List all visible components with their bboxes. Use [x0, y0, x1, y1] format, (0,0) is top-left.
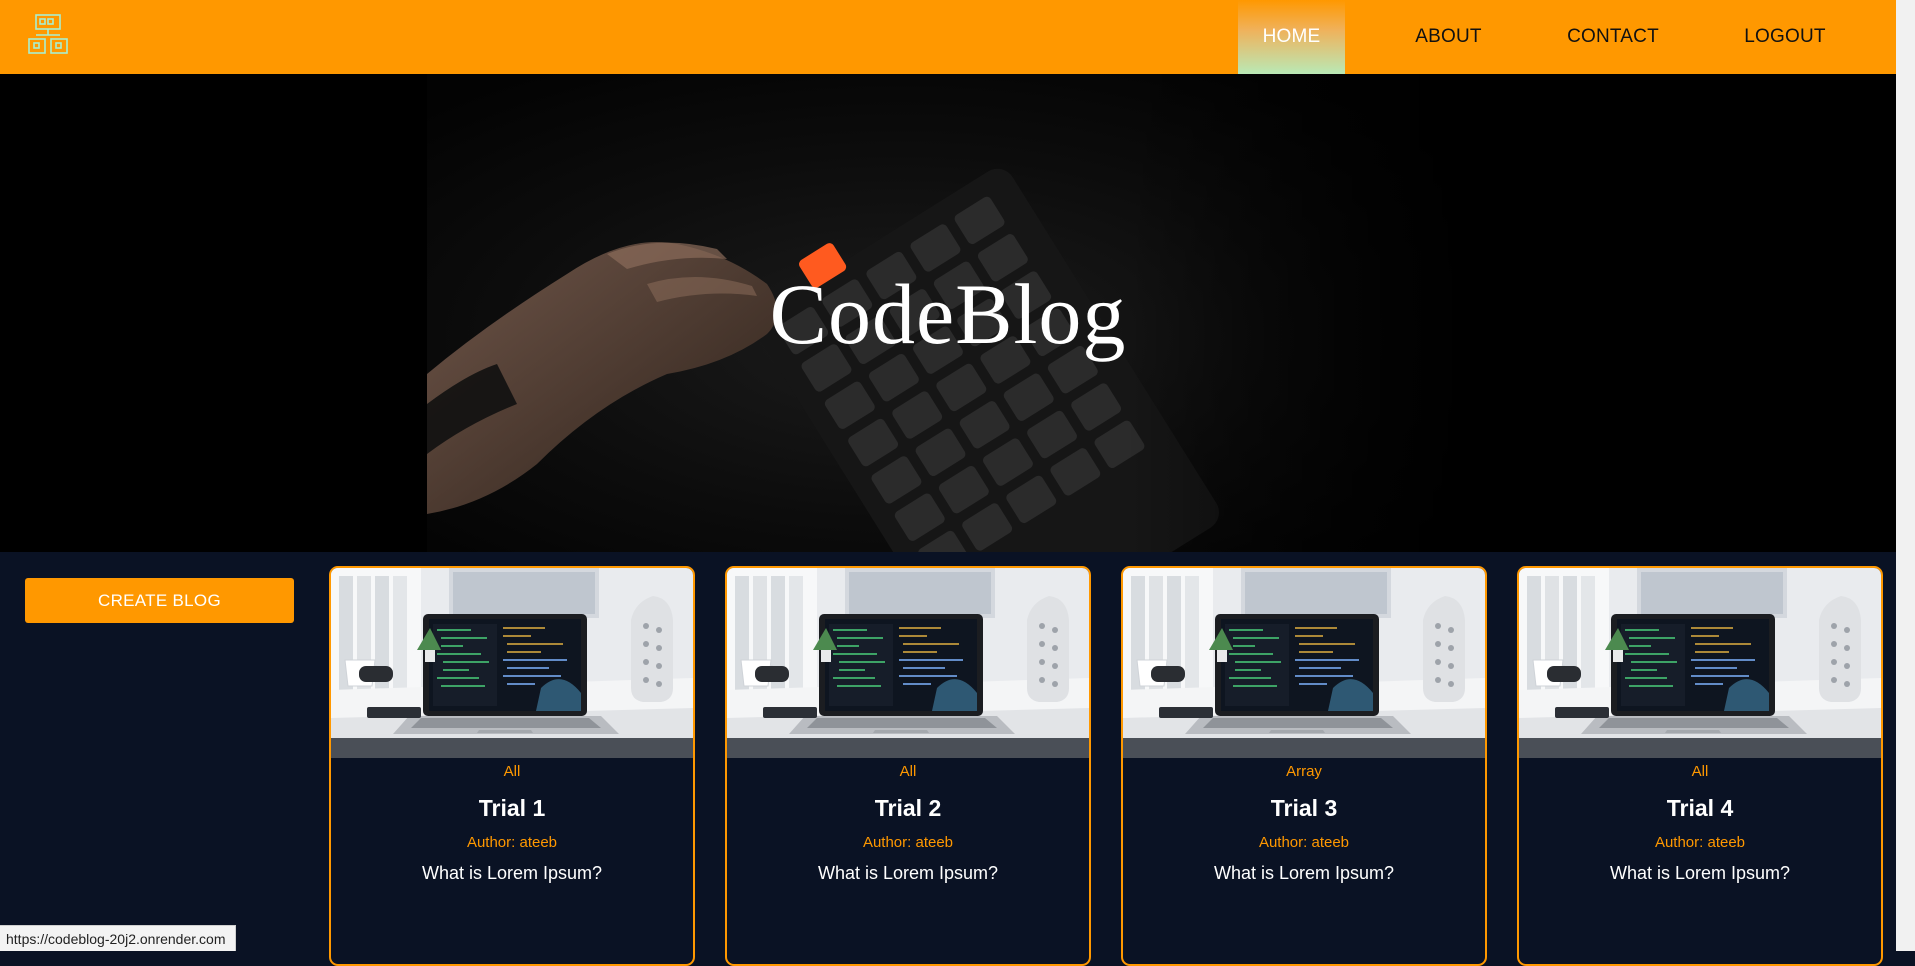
hero-banner: CodeBlog — [0, 74, 1896, 552]
blog-card-title[interactable]: Trial 4 — [1519, 795, 1881, 822]
blog-card-author: Author: ateeb — [1258, 834, 1350, 851]
blog-card-category[interactable]: All — [331, 763, 693, 780]
main-nav: HOME ABOUT CONTACT LOGOUT — [1238, 0, 1844, 74]
blog-card-description: What is Lorem Ipsum? — [817, 863, 999, 883]
blog-card[interactable]: Array Trial 3 Author: ateeb What is Lore… — [1121, 566, 1487, 966]
blog-card-description: What is Lorem Ipsum? — [1213, 863, 1395, 883]
blog-card-image — [1123, 568, 1485, 758]
blog-section: CREATE BLOG All Trial 1 Author: ateeb Wh… — [0, 552, 1896, 966]
top-navbar: HOME ABOUT CONTACT LOGOUT — [0, 0, 1896, 74]
blog-card-title[interactable]: Trial 1 — [331, 795, 693, 822]
blog-card-title[interactable]: Trial 2 — [727, 795, 1089, 822]
nav-home[interactable]: HOME — [1238, 0, 1345, 74]
blog-card-category[interactable]: All — [1519, 763, 1881, 780]
blog-card-image — [727, 568, 1089, 758]
blog-card-description: What is Lorem Ipsum? — [1609, 863, 1791, 883]
blog-card-image — [331, 568, 693, 758]
hero-title: CodeBlog — [769, 266, 1127, 362]
blog-card-image — [1519, 568, 1881, 758]
blog-card-category[interactable]: Array — [1123, 763, 1485, 780]
nav-contact[interactable]: CONTACT — [1552, 0, 1674, 74]
blog-card-author: Author: ateeb — [862, 834, 954, 851]
create-blog-button[interactable]: CREATE BLOG — [25, 578, 294, 623]
blog-card-category[interactable]: All — [727, 763, 1089, 780]
status-bar-url: https://codeblog-20j2.onrender.com — [0, 925, 237, 951]
page-scrollbar[interactable] — [1896, 0, 1915, 951]
blog-card-title[interactable]: Trial 3 — [1123, 795, 1485, 822]
blog-card[interactable]: All Trial 2 Author: ateeb What is Lorem … — [725, 566, 1091, 966]
blog-card-author: Author: ateeb — [466, 834, 558, 851]
blog-card-author: Author: ateeb — [1654, 834, 1746, 851]
blog-card-description: What is Lorem Ipsum? — [421, 863, 603, 883]
blog-card[interactable]: All Trial 4 Author: ateeb What is Lorem … — [1517, 566, 1883, 966]
blog-card[interactable]: All Trial 1 Author: ateeb What is Lorem … — [329, 566, 695, 966]
nav-logout[interactable]: LOGOUT — [1726, 0, 1844, 74]
nav-about[interactable]: ABOUT — [1395, 0, 1502, 74]
site-logo-icon[interactable] — [26, 12, 72, 56]
